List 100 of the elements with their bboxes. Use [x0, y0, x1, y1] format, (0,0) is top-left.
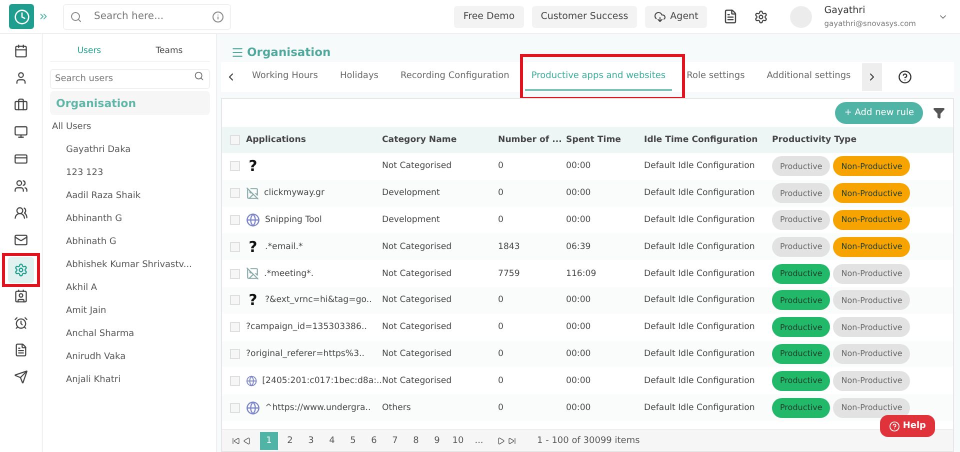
last-page-icon[interactable]	[508, 436, 516, 444]
non-productive-toggle[interactable]: Non-Productive	[833, 344, 910, 364]
checkbox[interactable]	[230, 161, 240, 172]
checkbox[interactable]	[230, 295, 240, 306]
question-mark-icon: ?	[246, 157, 260, 176]
user-list-item[interactable]: Anjali Khatri	[50, 368, 210, 391]
productive-toggle[interactable]: Productive	[772, 398, 830, 418]
non-productive-toggle[interactable]: Non-Productive	[833, 398, 910, 418]
user-list-item[interactable]: Gayathri Daka	[50, 138, 210, 161]
productive-toggle[interactable]: Productive	[772, 236, 830, 257]
table-cell-text: Default Idle Configuration	[644, 295, 756, 306]
topbar-button[interactable]: Agent	[645, 6, 708, 28]
globe-icon	[246, 212, 260, 227]
checkbox[interactable]	[230, 402, 240, 413]
next-page-icon[interactable]	[497, 436, 505, 444]
table-cell-text: 0	[498, 295, 504, 306]
help-button[interactable]: Help	[880, 415, 935, 437]
settings-tab[interactable]: Holidays	[334, 63, 384, 91]
page-link[interactable]: 8	[407, 432, 425, 450]
column-header: Category Name	[382, 135, 458, 145]
pagination-summary: 1 - 100 of 30099 items	[537, 436, 640, 446]
table-cell-text: Not Categorised	[382, 295, 453, 306]
productive-toggle[interactable]: Productive	[772, 290, 830, 310]
user-list-item[interactable]: Anchal Sharma	[50, 322, 210, 345]
search-icon	[70, 10, 82, 22]
checkbox[interactable]	[230, 348, 240, 359]
page-link[interactable]: 10	[449, 432, 467, 450]
first-page-icon[interactable]	[232, 436, 240, 444]
page-link[interactable]: 6	[365, 432, 383, 450]
settings-tab[interactable]: Recording Configuration	[394, 63, 516, 91]
user-list-item[interactable]: Abhinath G	[50, 230, 210, 253]
table-cell-text: 00:00	[566, 295, 592, 306]
non-productive-toggle[interactable]: Non-Productive	[833, 290, 910, 310]
previous-page-icon[interactable]	[243, 436, 251, 444]
productive-toggle[interactable]: Productive	[772, 317, 830, 338]
user-list-item[interactable]: Abhishek Kumar Shrivastv...	[50, 253, 210, 276]
info-icon[interactable]	[212, 10, 224, 22]
page-link[interactable]: 7	[386, 432, 404, 450]
page-link[interactable]: 5	[344, 432, 362, 450]
checkbox[interactable]	[230, 135, 240, 145]
table-cell-text: 1843	[498, 242, 521, 252]
checkbox[interactable]	[230, 376, 240, 386]
topbar-button[interactable]: Customer Success	[532, 6, 638, 28]
settings-icon[interactable]	[2, 253, 40, 287]
productive-toggle[interactable]: Productive	[772, 370, 830, 391]
table-cell: Snipping Tool	[265, 214, 322, 225]
productive-toggle[interactable]: Productive	[772, 264, 830, 284]
user-list-item[interactable]: 123 123	[50, 161, 210, 184]
table-cell-text: Not Categorised	[382, 322, 453, 332]
globe-icon	[246, 374, 258, 388]
column-header: Number of ...	[498, 135, 563, 145]
table-cell-text: Not Categorised	[382, 348, 453, 359]
filter-icon[interactable]	[933, 107, 945, 119]
non-productive-toggle[interactable]: Non-Productive	[833, 370, 910, 391]
user-list-item[interactable]: Aadil Raza Shaik	[50, 184, 210, 207]
productive-toggle[interactable]: Productive	[772, 210, 830, 230]
table-cell-text: Default Idle Configuration	[644, 348, 756, 359]
checkbox[interactable]	[230, 242, 240, 252]
non-productive-toggle[interactable]: Non-Productive	[833, 183, 910, 204]
page-link[interactable]: 3	[302, 432, 320, 450]
table-cell-text: 00:00	[566, 402, 592, 413]
productive-toggle[interactable]: Productive	[772, 344, 830, 364]
column-header: Idle Time Configuration	[644, 135, 759, 145]
table-cell-text: Not Categorised	[382, 268, 453, 279]
help-icon[interactable]	[898, 70, 912, 84]
non-productive-toggle[interactable]: Non-Productive	[833, 236, 910, 257]
settings-tab[interactable]: Additional settings	[760, 63, 857, 91]
productive-toggle[interactable]: Productive	[772, 156, 830, 176]
user-list-item[interactable]: Anirudh Vaka	[50, 345, 210, 368]
panel-tab[interactable]: Users	[77, 46, 102, 56]
non-productive-toggle[interactable]: Non-Productive	[833, 210, 910, 230]
page-link[interactable]: ...	[470, 432, 488, 450]
panel-tab[interactable]: Teams	[156, 46, 183, 56]
page-link[interactable]: 2	[281, 432, 299, 450]
checkbox[interactable]	[230, 214, 240, 225]
table-cell-text: Default Idle Configuration	[644, 161, 756, 172]
topbar-button[interactable]: Free Demo	[454, 6, 524, 28]
menu-icon[interactable]	[231, 46, 244, 58]
user-list-item[interactable]: Amit Jain	[50, 299, 210, 322]
settings-tab[interactable]: Working Hours	[246, 63, 324, 91]
help-icon	[888, 420, 900, 432]
user-search-field[interactable]: Search users	[50, 69, 210, 89]
user-list-item[interactable]: All Users	[50, 115, 210, 138]
search-field[interactable]: Search here...	[63, 4, 231, 30]
productive-toggle[interactable]: Productive	[772, 183, 830, 204]
non-productive-toggle[interactable]: Non-Productive	[833, 317, 910, 338]
checkbox[interactable]	[230, 268, 240, 279]
user-list-item[interactable]: Akhil A	[50, 276, 210, 299]
non-productive-toggle[interactable]: Non-Productive	[833, 156, 910, 176]
table-cell-text: Default Idle Configuration	[644, 242, 756, 252]
settings-icon[interactable]	[754, 10, 768, 24]
checkbox[interactable]	[230, 322, 240, 332]
user-list-item[interactable]: Abhinanth G	[50, 207, 210, 230]
checkbox[interactable]	[230, 188, 240, 198]
page-link[interactable]: 4	[323, 432, 341, 450]
table-cell-text: Default Idle Configuration	[644, 214, 756, 225]
question-mark-icon: ?	[246, 238, 260, 256]
page-link[interactable]: 9	[428, 432, 446, 450]
non-productive-toggle[interactable]: Non-Productive	[833, 264, 910, 284]
document-icon[interactable]	[723, 9, 738, 24]
